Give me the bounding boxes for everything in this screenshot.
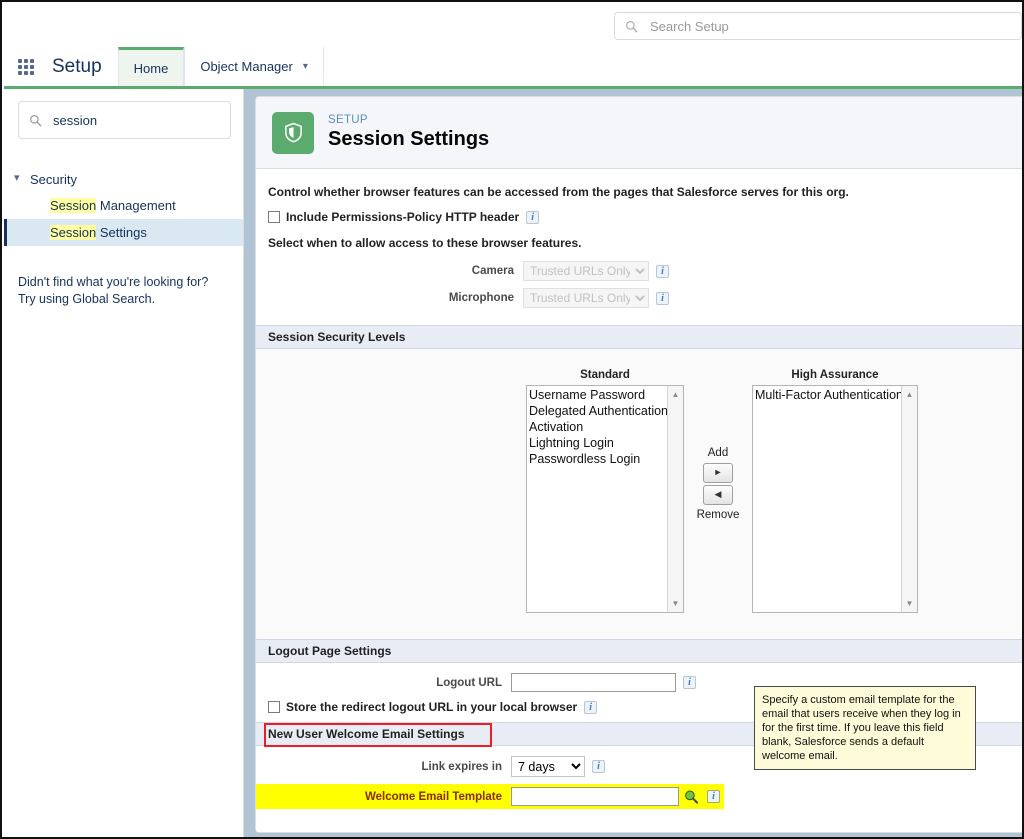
tab-home[interactable]: Home (117, 47, 185, 86)
magnifier-lookup-icon[interactable] (683, 789, 700, 805)
camera-row: Camera Trusted URLs Only i (268, 261, 1022, 281)
store-redirect-checkbox[interactable] (268, 701, 280, 713)
sidebar-item-session-management-match: Session (50, 198, 97, 213)
standard-title: Standard (580, 369, 630, 381)
standard-listbox[interactable]: Username Password Delegated Authenticati… (526, 385, 684, 613)
shield-icon (272, 111, 314, 154)
tab-object-manager[interactable]: Object Manager ▾ (184, 47, 324, 86)
page-header-text: SETUP Session Settings (328, 113, 489, 152)
list-item[interactable]: Delegated Authentication (529, 403, 668, 419)
scroll-down-icon[interactable]: ▼ (668, 597, 683, 610)
search-icon (30, 114, 42, 126)
standard-listbox-options: Username Password Delegated Authenticati… (527, 386, 668, 612)
sidebar-item-session-management[interactable]: Session Management (4, 192, 243, 219)
high-assurance-title: High Assurance (791, 369, 879, 381)
tab-object-manager-label: Object Manager (200, 59, 293, 74)
list-item[interactable]: Username Password (529, 387, 668, 403)
sidebar-group-security[interactable]: ▾ Security (4, 167, 243, 192)
info-icon[interactable]: i (584, 700, 598, 714)
remove-label: Remove (696, 509, 740, 521)
list-item[interactable]: Activation (529, 419, 668, 435)
chevron-down-icon: ▾ (302, 61, 308, 72)
remove-button[interactable]: ◀ (703, 485, 733, 505)
app-launcher-grid-icon (18, 58, 34, 75)
app-launcher-button[interactable] (4, 47, 48, 86)
search-setup-placeholder: Search Setup (650, 18, 729, 34)
permissions-policy-checkbox[interactable] (268, 211, 280, 223)
scroll-up-icon[interactable]: ▲ (902, 388, 917, 401)
sidebar-item-session-settings-match: Session (50, 225, 97, 240)
standard-column: Standard Username Password Delegated Aut… (526, 369, 684, 613)
browser-features-block: Control whether browser features can be … (256, 169, 1022, 325)
welcome-template-input[interactable] (511, 787, 679, 806)
form-footer: Save Cancel (256, 832, 1022, 833)
sidebar-search-input[interactable]: session (18, 101, 231, 139)
store-redirect-label: Store the redirect logout URL in your lo… (286, 700, 578, 714)
browser-features-intro: Control whether browser features can be … (268, 185, 849, 199)
sidebar-help-note: Didn't find what you're looking for? Try… (18, 274, 243, 308)
search-icon (626, 20, 638, 32)
permissions-policy-label: Include Permissions-Policy HTTP header (286, 210, 520, 224)
list-item[interactable]: Lightning Login (529, 435, 668, 451)
sidebar-search-value: session (53, 112, 98, 128)
setup-title: Setup (52, 55, 102, 77)
welcome-template-highlight: Welcome Email Template i (256, 784, 724, 809)
logout-url-label: Logout URL (436, 676, 502, 689)
browser-features-subtext: Select when to allow access to these bro… (268, 236, 582, 250)
transfer-buttons: Add ► ◀ Remove (684, 369, 752, 523)
sidebar-help-note-line1: Didn't find what you're looking for? (18, 275, 209, 289)
setup-navigation-bar: Setup Home Object Manager ▾ (4, 47, 1022, 89)
high-assurance-listbox[interactable]: Multi-Factor Authentication ▲ ▼ (752, 385, 918, 613)
welcome-template-label: Welcome Email Template (365, 790, 502, 803)
shield-glyph (284, 122, 302, 143)
list-item[interactable]: Multi-Factor Authentication (755, 387, 902, 403)
link-expires-label: Link expires in (421, 760, 502, 773)
info-icon[interactable]: i (656, 291, 669, 305)
info-icon[interactable]: i (707, 790, 720, 803)
microphone-label: Microphone (448, 292, 514, 304)
tab-home-label: Home (133, 60, 169, 76)
link-expires-select[interactable]: 7 days (511, 756, 585, 777)
camera-select[interactable]: Trusted URLs Only (523, 261, 649, 281)
sidebar-item-session-settings-rest: Settings (96, 225, 147, 240)
camera-label: Camera (471, 265, 514, 277)
microphone-select[interactable]: Trusted URLs Only (523, 288, 649, 308)
logout-page-section-header: Logout Page Settings (256, 639, 1022, 663)
scroll-down-icon[interactable]: ▼ (902, 597, 917, 610)
info-icon[interactable]: i (656, 264, 669, 278)
chevron-down-icon: ▾ (14, 172, 20, 184)
logout-url-input[interactable] (511, 673, 676, 692)
sidebar-tree: ▾ Security Session Management Session Se… (4, 167, 243, 246)
list-item[interactable]: Passwordless Login (529, 451, 668, 467)
high-assurance-listbox-scrollbar[interactable]: ▲ ▼ (901, 386, 917, 612)
welcome-template-row: Welcome Email Template i (256, 784, 1022, 809)
sidebar-group-security-label: Security (30, 172, 77, 187)
microphone-row: Microphone Trusted URLs Only i (268, 288, 1022, 308)
permissions-policy-checkbox-row[interactable]: Include Permissions-Policy HTTP header i (268, 210, 1022, 224)
session-security-section-header: Session Security Levels (256, 325, 1022, 349)
sidebar-item-session-management-rest: Management (96, 198, 176, 213)
global-search-bar: Search Setup (4, 4, 1022, 48)
standard-listbox-scrollbar[interactable]: ▲ ▼ (667, 386, 683, 612)
security-levels-dual-list: Standard Username Password Delegated Aut… (256, 361, 1022, 625)
info-icon[interactable]: i (592, 760, 605, 773)
welcome-template-tooltip: Specify a custom email template for the … (754, 686, 976, 770)
add-label: Add (707, 447, 729, 459)
search-setup-input[interactable]: Search Setup (614, 12, 1022, 40)
page-header: SETUP Session Settings (256, 97, 1022, 169)
info-icon[interactable]: i (526, 210, 540, 224)
info-icon[interactable]: i (683, 676, 696, 689)
scroll-up-icon[interactable]: ▲ (668, 388, 683, 401)
sidebar-help-note-line2: Try using Global Search. (18, 292, 156, 306)
high-assurance-listbox-options: Multi-Factor Authentication (753, 386, 902, 612)
page-header-eyebrow: SETUP (328, 114, 368, 126)
browser-window: Search Setup Setup Home Object Manager ▾ (0, 0, 1024, 839)
add-button[interactable]: ► (703, 463, 733, 483)
high-assurance-column: High Assurance Multi-Factor Authenticati… (752, 369, 918, 613)
setup-sidebar: session ▾ Security Session Management Se… (4, 89, 244, 837)
sidebar-item-session-settings[interactable]: Session Settings (4, 219, 243, 246)
page-title: Session Settings (328, 128, 490, 150)
session-security-section-body: Standard Username Password Delegated Aut… (256, 349, 1022, 639)
